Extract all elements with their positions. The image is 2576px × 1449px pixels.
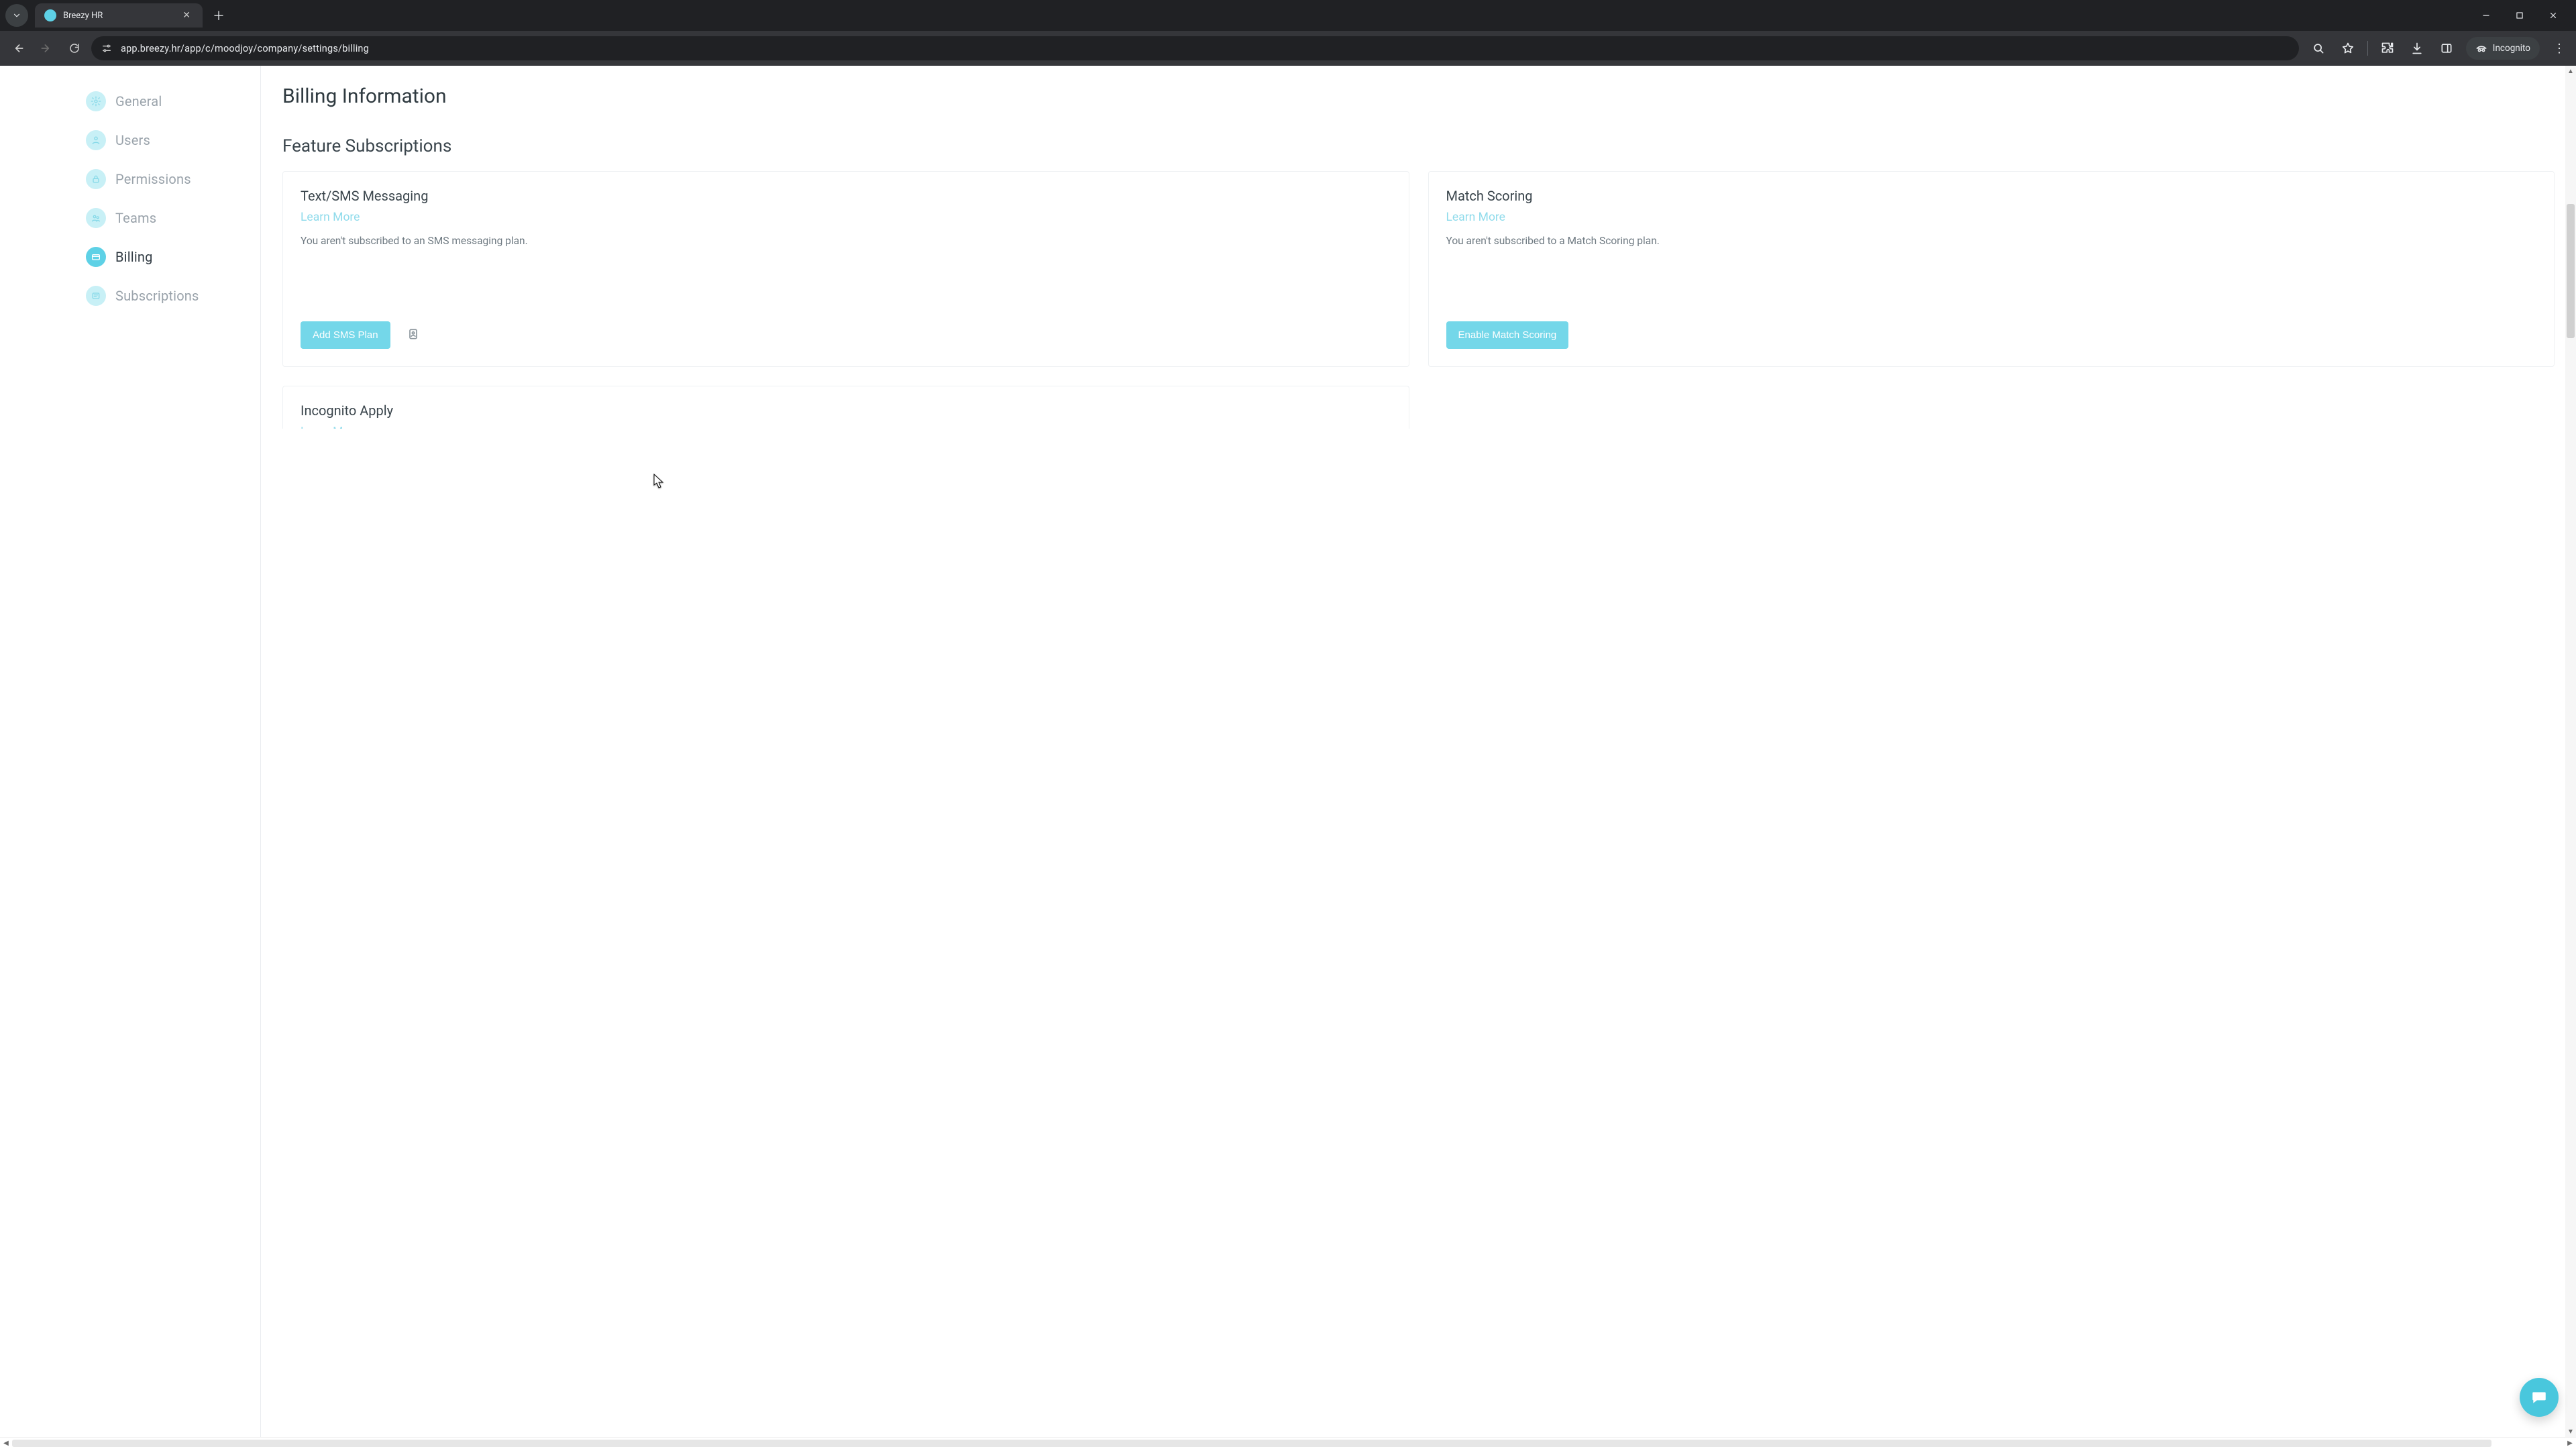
browser-toolbar: app.breezy.hr/app/c/moodjoy/company/sett… [0,31,2576,66]
card-title: Text/SMS Messaging [301,188,1391,204]
main-content: Billing Information Feature Subscription… [261,66,2576,1437]
toolbar-divider [2367,41,2368,56]
arrow-right-icon [40,42,53,55]
sidebar-item-label: Users [115,132,150,148]
chat-launcher-button[interactable] [2520,1378,2559,1417]
sidebar-item-label: Subscriptions [115,288,199,304]
card-desc: You aren't subscribed to a Match Scoring… [1446,233,2537,249]
card-desc: You aren't subscribed to an SMS messagin… [301,233,1391,249]
page: General Users Permissions Teams [0,66,2576,1437]
sidebar-item-users[interactable]: Users [0,121,260,160]
toolbar-right: Incognito ⋮ [2304,37,2569,60]
browser-menu-button[interactable]: ⋮ [2549,42,2569,56]
nav-back-button[interactable] [7,37,30,60]
scroll-thumb[interactable] [12,1440,2491,1447]
maximize-icon [2515,11,2524,20]
tab-search-button[interactable] [5,4,28,27]
scroll-up-arrow-icon[interactable]: ▲ [2565,66,2576,76]
team-icon [86,208,106,228]
omnibox[interactable]: app.breezy.hr/app/c/moodjoy/company/sett… [91,36,2299,60]
sidebar-item-subscriptions[interactable]: Subscriptions [0,276,260,315]
omnibox-url: app.breezy.hr/app/c/moodjoy/company/sett… [121,43,369,54]
sidebar-item-general[interactable]: General [0,82,260,121]
settings-sidebar: General Users Permissions Teams [0,66,260,1437]
incognito-indicator[interactable]: Incognito [2466,37,2540,60]
tab-favicon [44,9,56,21]
incognito-icon [2475,42,2487,54]
feature-cards: Text/SMS Messaging Learn More You aren't… [282,171,2555,429]
horizontal-scrollbar[interactable]: ◀ ▶ [0,1437,2576,1449]
window-controls [2477,6,2571,25]
window-minimize-button[interactable] [2477,6,2496,25]
learn-more-link[interactable]: Learn More [301,425,1391,429]
feature-card-sms: Text/SMS Messaging Learn More You aren't… [282,171,1409,367]
download-icon [2410,42,2424,55]
feature-card-incognito-apply: Incognito Apply Learn More [282,386,1409,429]
page-title: Billing Information [282,85,2555,108]
sidebar-item-label: Teams [115,210,156,226]
app-viewport: General Users Permissions Teams [0,66,2576,1437]
site-settings-chip[interactable] [99,41,114,56]
close-icon [2548,11,2558,20]
card-title: Incognito Apply [301,402,1391,419]
sidepanel-icon [2440,42,2453,55]
sidebar-item-label: General [115,93,162,109]
sidebar-item-permissions[interactable]: Permissions [0,160,260,199]
sidebar-item-label: Billing [115,249,153,265]
new-tab-button[interactable]: ＋ [209,6,228,25]
vertical-scrollbar[interactable]: ▲ ▼ [2565,66,2576,1437]
enable-match-scoring-button[interactable]: Enable Match Scoring [1446,321,1569,349]
lock-icon [86,169,106,189]
learn-more-link[interactable]: Learn More [301,211,1391,224]
downloads-button[interactable] [2407,38,2427,58]
subscription-icon [86,286,106,306]
sidebar-item-billing[interactable]: Billing [0,237,260,276]
minimize-icon [2481,11,2491,20]
nav-forward-button[interactable] [35,37,58,60]
magnifier-icon [2312,42,2325,55]
scroll-right-arrow-icon[interactable]: ▶ [2564,1438,2576,1449]
reload-icon [68,42,80,54]
scroll-left-arrow-icon[interactable]: ◀ [0,1438,12,1449]
window-close-button[interactable] [2544,6,2563,25]
extensions-button[interactable] [2377,38,2398,58]
tune-icon [101,43,112,54]
tab-close-button[interactable]: ✕ [180,9,193,22]
section-title: Feature Subscriptions [282,136,2555,156]
arrow-left-icon [11,42,25,55]
learn-more-link[interactable]: Learn More [1446,211,2537,224]
tabstrip: Breezy HR ✕ ＋ [0,0,2576,31]
browser-chrome: Breezy HR ✕ ＋ [0,0,2576,66]
contact-card-icon[interactable] [407,327,420,343]
user-icon [86,130,106,150]
browser-tab[interactable]: Breezy HR ✕ [35,3,203,28]
zoom-button[interactable] [2308,38,2328,58]
sidepanel-button[interactable] [2436,38,2457,58]
scroll-thumb[interactable] [2567,204,2575,338]
card-title: Match Scoring [1446,188,2537,204]
gear-icon [86,91,106,111]
chat-icon [2530,1389,2548,1406]
star-icon [2341,42,2355,55]
sidebar-item-teams[interactable]: Teams [0,199,260,237]
tab-title: Breezy HR [63,11,173,21]
window-maximize-button[interactable] [2510,6,2529,25]
bookmark-button[interactable] [2338,38,2358,58]
feature-card-match-scoring: Match Scoring Learn More You aren't subs… [1428,171,2555,367]
chevron-down-icon [12,11,21,20]
credit-card-icon [86,247,106,267]
nav-reload-button[interactable] [63,37,86,60]
scroll-track[interactable] [2565,76,2576,1426]
scroll-down-arrow-icon[interactable]: ▼ [2565,1426,2576,1437]
sidebar-item-label: Permissions [115,171,191,187]
puzzle-icon [2381,42,2394,55]
add-sms-plan-button[interactable]: Add SMS Plan [301,321,390,349]
incognito-label: Incognito [2493,43,2530,54]
